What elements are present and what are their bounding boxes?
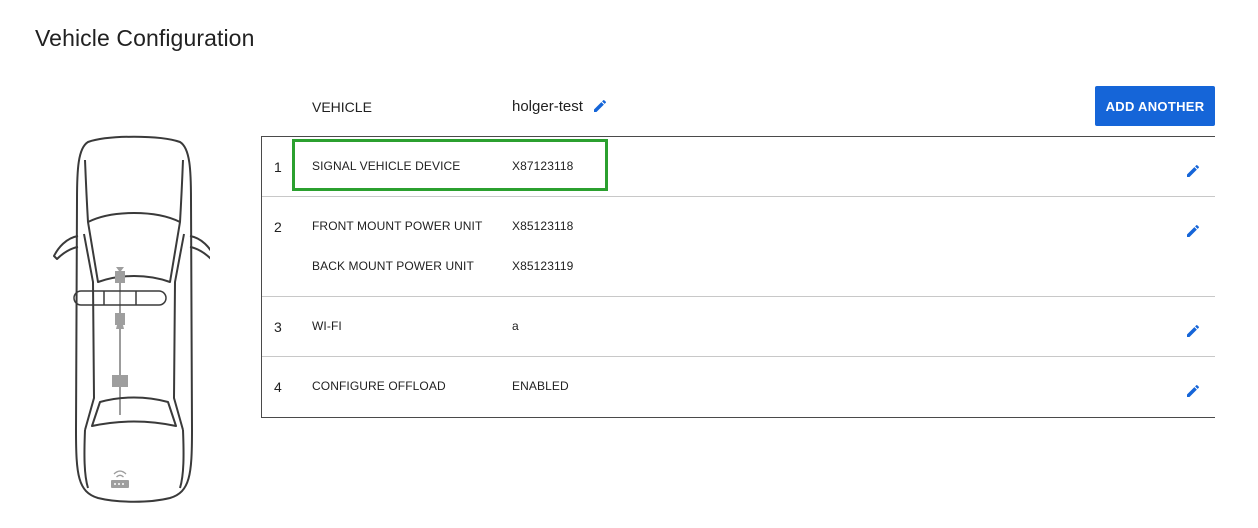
config-row: 3 WI-FI a (262, 297, 1215, 357)
config-row: 2 FRONT MOUNT POWER UNIT X85123118 BACK … (262, 197, 1215, 297)
row-number: 2 (274, 219, 282, 235)
vehicle-label: VEHICLE (312, 99, 372, 115)
row-label: FRONT MOUNT POWER UNIT (312, 219, 483, 233)
row-label: CONFIGURE OFFLOAD (312, 379, 446, 393)
row-number: 1 (274, 159, 282, 175)
configuration-table: 1 SIGNAL VEHICLE DEVICE X87123118 2 FRON… (261, 136, 1215, 418)
row-number: 3 (274, 319, 282, 335)
edit-row-pencil-icon[interactable] (1185, 323, 1201, 339)
edit-vehicle-name-pencil-icon[interactable] (592, 98, 608, 114)
config-row: 4 CONFIGURE OFFLOAD ENABLED (262, 357, 1215, 417)
config-row: 1 SIGNAL VEHICLE DEVICE X87123118 (262, 137, 1215, 197)
edit-row-pencil-icon[interactable] (1185, 223, 1201, 239)
row-value: ENABLED (512, 379, 569, 393)
wifi-router-icon (113, 470, 127, 478)
vehicle-name: holger-test (512, 98, 583, 115)
row-label: WI-FI (312, 319, 342, 333)
add-another-button[interactable]: ADD ANOTHER (1095, 86, 1215, 126)
edit-row-pencil-icon[interactable] (1185, 163, 1201, 179)
vehicle-header: VEHICLE holger-test ADD ANOTHER (262, 85, 1215, 135)
row-label: SIGNAL VEHICLE DEVICE (312, 159, 461, 173)
row-value: X85123119 (512, 259, 574, 273)
page-title: Vehicle Configuration (35, 25, 255, 51)
row-value: a (512, 319, 519, 333)
row-value: X85123118 (512, 219, 574, 233)
edit-row-pencil-icon[interactable] (1185, 383, 1201, 399)
vehicle-diagram (30, 130, 215, 505)
car-top-view-icon (53, 135, 215, 503)
row-value: X87123118 (512, 159, 574, 173)
row-number: 4 (274, 379, 282, 395)
row-label: BACK MOUNT POWER UNIT (312, 259, 474, 273)
